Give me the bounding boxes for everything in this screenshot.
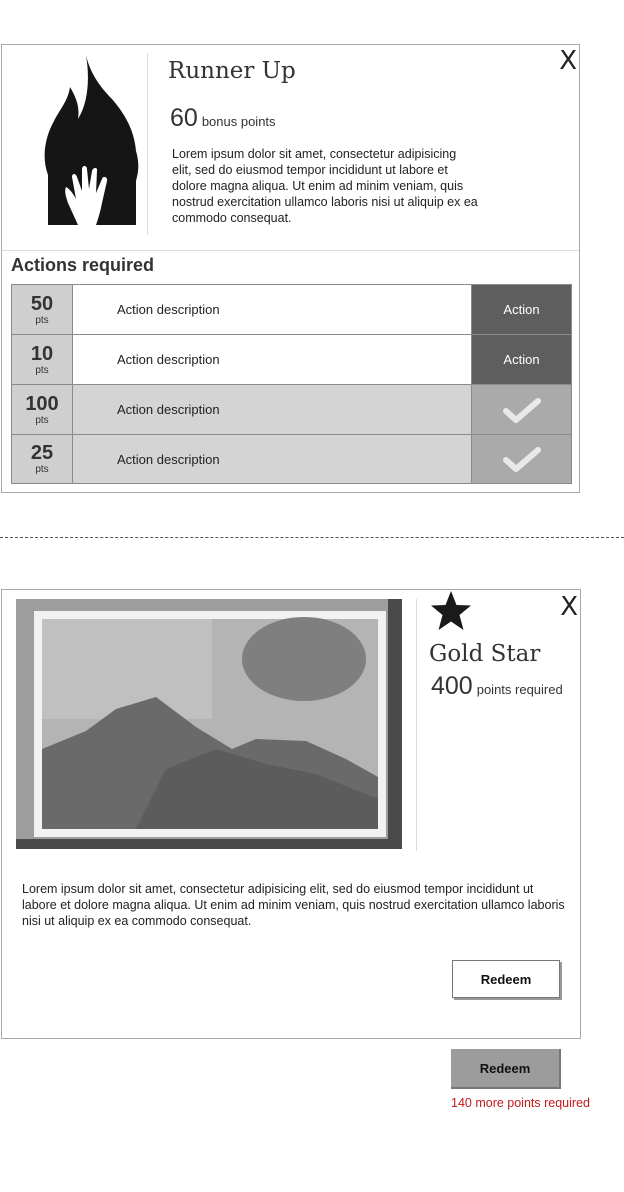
checkmark-icon [502, 397, 541, 423]
redeem-button[interactable]: Redeem [452, 960, 560, 998]
checkmark-icon [502, 447, 541, 472]
action-description: Action description [73, 435, 471, 483]
points-label: points required [476, 682, 563, 697]
points-required-note: 140 more points required [451, 1096, 590, 1110]
points-cell: 10 pts [12, 335, 73, 384]
points-number: 10 [30, 342, 54, 365]
reward-card: X Gold Star 400 points required Lorem ips… [1, 589, 581, 1039]
reward-points: 400 points required [431, 672, 563, 701]
vertical-divider [147, 53, 148, 235]
completed-cell [471, 435, 571, 483]
vertical-divider [416, 599, 417, 851]
action-button[interactable]: Action [471, 335, 571, 384]
redeem-button-disabled: Redeem [451, 1049, 561, 1089]
points-unit: pts [35, 464, 49, 475]
badge-description: Lorem ipsum dolor sit amet, consectetur … [172, 147, 478, 225]
action-row: 50 pts Action description Action [12, 285, 571, 335]
points-value: 400 [431, 672, 473, 700]
image-placeholder [16, 599, 402, 849]
points-cell: 25 pts [12, 435, 73, 483]
close-button[interactable]: X [559, 48, 577, 74]
action-row: 10 pts Action description Action [12, 335, 571, 385]
points-unit: pts [35, 314, 49, 326]
points-unit: pts [35, 364, 49, 376]
badge-title: Runner Up [168, 58, 296, 84]
badge-card: X Runner Up 60 bonus points Lorem ipsum d… [1, 44, 580, 493]
dashed-separator [0, 537, 624, 538]
badge-points: 60 bonus points [170, 104, 276, 133]
completed-cell [471, 385, 571, 434]
actions-title: Actions required [11, 255, 155, 275]
points-cell: 50 pts [12, 285, 73, 334]
points-unit: pts [35, 414, 49, 426]
reward-description: Lorem ipsum dolor sit amet, consectetur … [22, 882, 565, 928]
points-number: 100 [25, 392, 59, 415]
action-button[interactable]: Action [471, 285, 571, 334]
action-row: 25 pts Action description [12, 435, 571, 483]
action-row: 100 pts Action description [12, 385, 571, 435]
flame-hand-icon [44, 55, 139, 225]
close-button[interactable]: X [560, 594, 578, 620]
reward-title: Gold Star [429, 641, 541, 667]
points-cell: 100 pts [12, 385, 73, 434]
points-number: 50 [30, 292, 54, 315]
points-value: 60 [170, 104, 198, 132]
action-description: Action description [73, 385, 471, 434]
points-label: bonus points [201, 114, 276, 129]
action-description: Action description [73, 335, 471, 384]
horizontal-divider [2, 250, 579, 251]
points-number: 25 [30, 442, 54, 464]
action-description: Action description [73, 285, 471, 334]
star-icon [431, 591, 471, 630]
actions-table: 50 pts Action description Action 10 pts … [11, 284, 572, 484]
